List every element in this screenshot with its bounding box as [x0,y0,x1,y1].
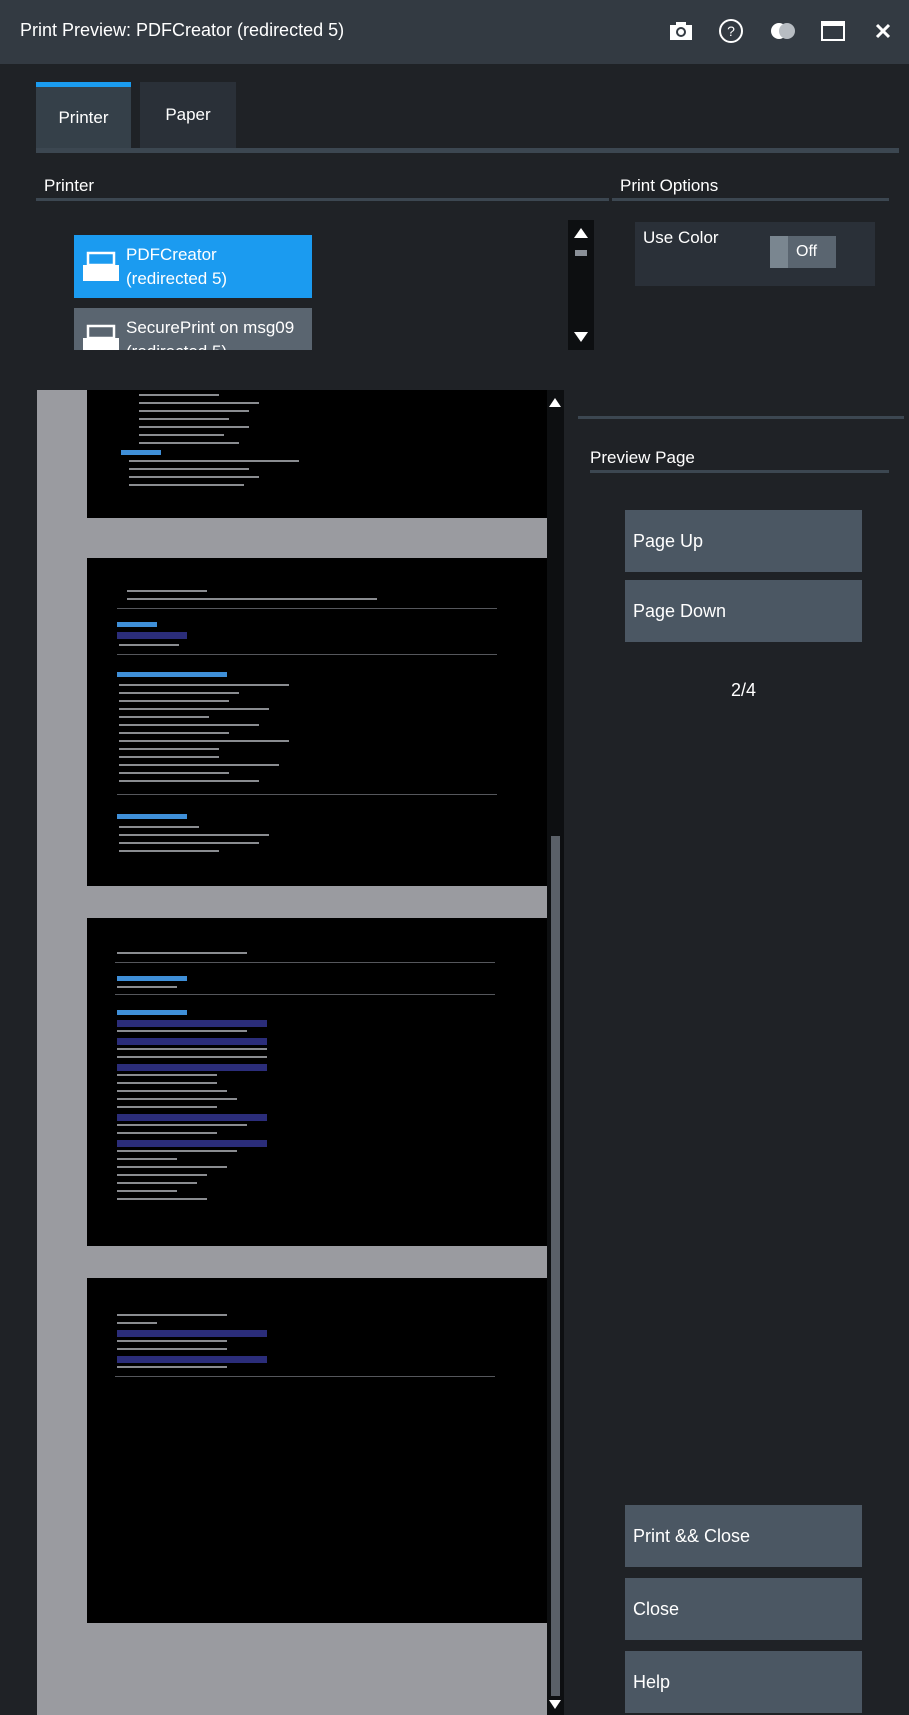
preview-page-divider [590,470,889,473]
print-preview-area[interactable] [37,390,564,1715]
printer-item-pdfcreator[interactable]: PDFCreator (redirected 5) [74,235,312,298]
printer-section-header: Printer [44,176,95,195]
printer-icon [83,324,119,350]
printer-item-secureprint[interactable]: SecurePrint on msg09 (redirected 5) [74,308,312,350]
scroll-down-arrow-icon[interactable] [549,1700,561,1709]
preview-page-3 [87,918,558,1246]
window-title: Print Preview: PDFCreator (redirected 5) [20,20,345,40]
camera-icon[interactable] [664,14,698,48]
toggle-state: Off [796,243,818,260]
preview-page-2 [87,558,558,886]
preview-page-1 [87,390,558,518]
help-button[interactable]: Help [625,1651,862,1713]
page-down-button[interactable]: Page Down [625,580,862,642]
maximize-icon[interactable] [816,14,850,48]
page-up-button[interactable]: Page Up [625,510,862,572]
close-button[interactable]: Close [625,1578,862,1640]
svg-text:?: ? [727,23,735,39]
tab-divider [36,148,899,153]
printer-name: PDFCreator (redirected 5) [126,245,228,288]
scroll-up-arrow-icon[interactable] [549,398,561,407]
preview-page-4 [87,1278,558,1623]
printer-section-divider [36,198,609,201]
printer-icon [83,251,119,281]
help-icon[interactable]: ? [714,14,748,48]
use-color-panel: Use Color Off [635,222,875,286]
preview-page-header: Preview Page [590,448,695,467]
print-options-divider [612,198,889,201]
title-bar: Print Preview: PDFCreator (redirected 5)… [0,0,909,64]
scroll-down-arrow-icon[interactable] [574,332,588,342]
printer-list-scrollbar[interactable] [568,220,594,350]
print-close-button[interactable]: Print && Close [625,1505,862,1567]
scroll-thumb[interactable] [551,836,560,1696]
tab-paper[interactable]: Paper [140,82,236,148]
toggle-knob [770,236,788,268]
close-icon[interactable] [866,14,900,48]
scroll-up-arrow-icon[interactable] [574,228,588,238]
preview-scrollbar[interactable] [547,390,564,1715]
scroll-thumb[interactable] [575,250,587,256]
printer-name: SecurePrint on msg09 (redirected 5) [126,318,295,350]
tab-printer[interactable]: Printer [36,82,131,148]
theme-toggle-icon[interactable] [766,14,800,48]
print-options-header: Print Options [620,176,719,195]
page-indicator: 2/4 [730,680,757,700]
use-color-label: Use Color [643,228,719,247]
options-divider [578,416,904,419]
use-color-toggle[interactable]: Off [770,236,836,268]
